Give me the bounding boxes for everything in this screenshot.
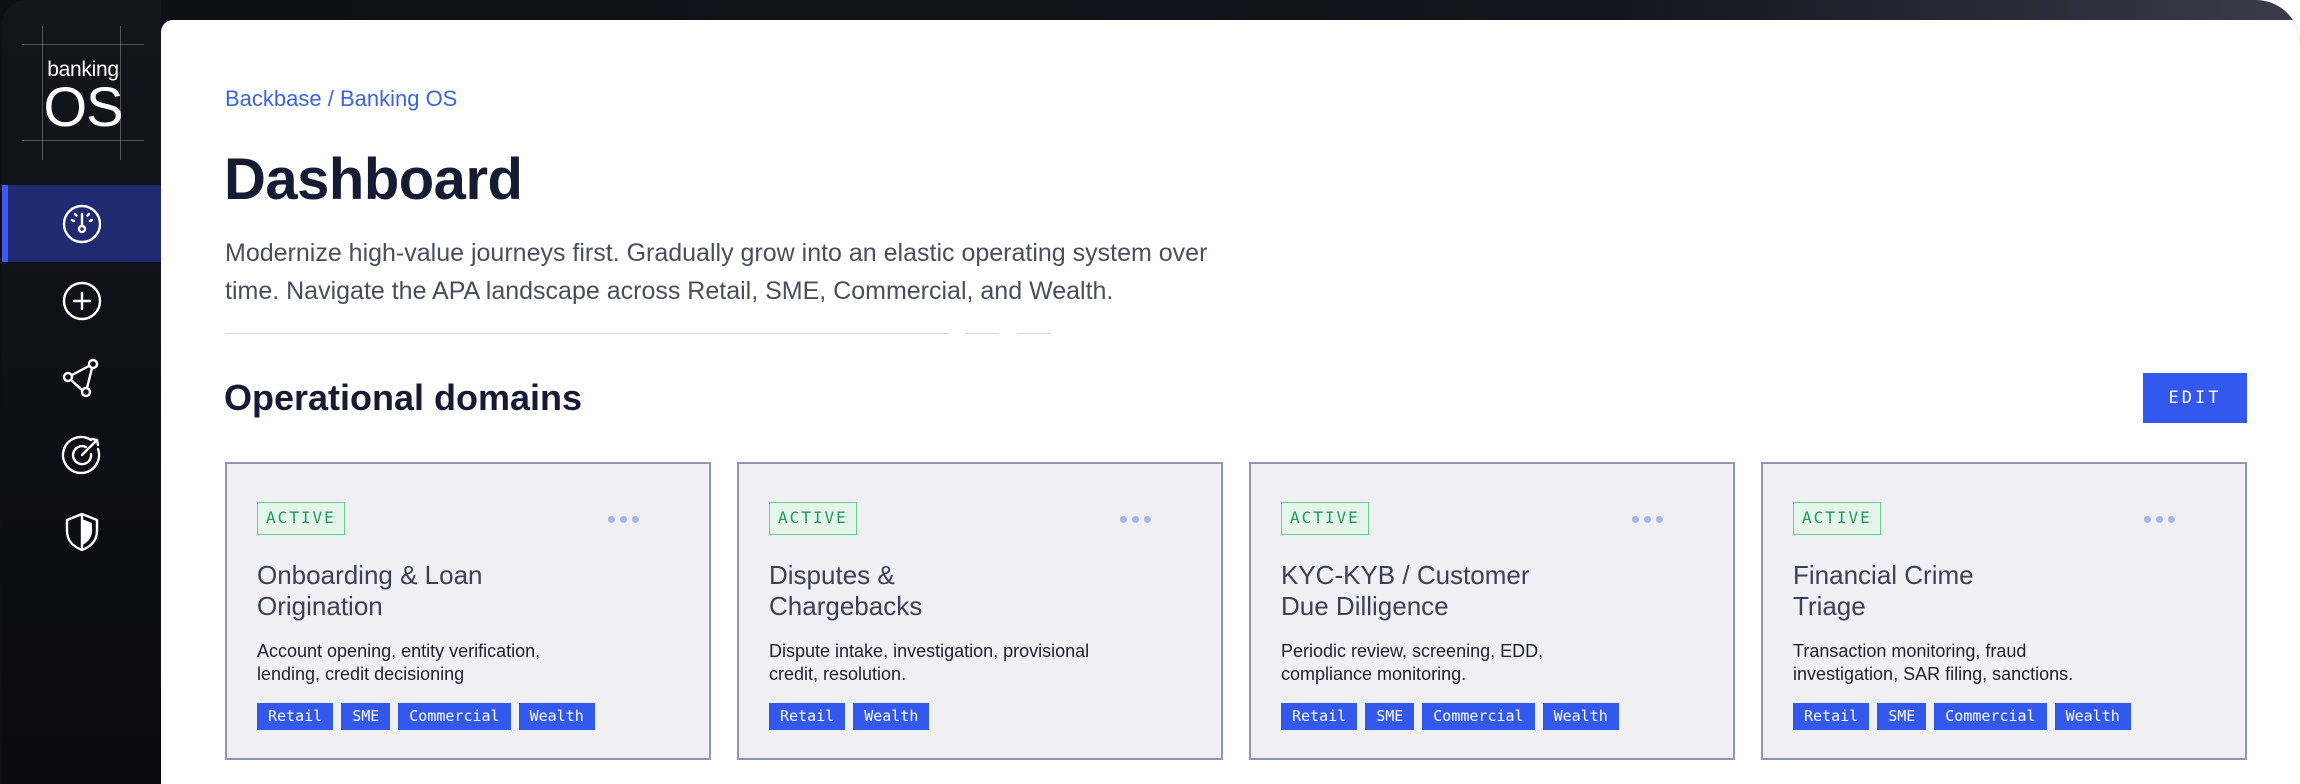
- card-description: Dispute intake, investigation, provision…: [769, 641, 1090, 684]
- divider: [225, 333, 949, 334]
- tag[interactable]: Retail: [1281, 703, 1358, 730]
- sidebar-nav: [2, 185, 161, 570]
- shield-icon: [65, 512, 98, 551]
- logo-grid-line: [22, 140, 144, 141]
- tag-list: Retail SME Commercial Wealth: [1793, 703, 2131, 730]
- more-options-icon[interactable]: [1627, 504, 1667, 534]
- tag-list: Retail Wealth: [769, 703, 930, 730]
- status-badge: ACTIVE: [1281, 502, 1369, 535]
- more-options-icon[interactable]: [603, 504, 643, 534]
- tag[interactable]: Retail: [769, 703, 846, 730]
- status-badge: ACTIVE: [1793, 502, 1881, 535]
- edit-button[interactable]: EDIT: [2143, 373, 2247, 423]
- more-options-icon[interactable]: [1115, 504, 1155, 534]
- dashboard-gauge-icon: [62, 204, 101, 243]
- page-description: Modernize high-value journeys first. Gra…: [225, 239, 1208, 305]
- section-title: Operational domains: [224, 377, 583, 418]
- status-badge: ACTIVE: [769, 502, 857, 535]
- card-title: Onboarding & Loan Origination: [257, 560, 483, 621]
- domain-card[interactable]: ACTIVE Onboarding & Loan Origination Acc…: [225, 462, 711, 760]
- card-description: Transaction monitoring, fraud investigat…: [1793, 641, 2074, 684]
- main-content: Backbase / Banking OS Dashboard Moderniz…: [161, 20, 2300, 784]
- tag[interactable]: Commercial: [1422, 703, 1535, 730]
- card-title: Disputes & Chargebacks: [769, 560, 923, 621]
- tag[interactable]: Wealth: [518, 703, 595, 730]
- sidebar-item-dashboard[interactable]: [2, 185, 161, 262]
- tag[interactable]: Wealth: [2054, 703, 2131, 730]
- status-badge: ACTIVE: [257, 502, 345, 535]
- tag[interactable]: Retail: [257, 703, 334, 730]
- logo-grid-line: [22, 44, 144, 45]
- network-nodes-icon: [62, 358, 98, 397]
- domain-card[interactable]: ACTIVE Disputes & Chargebacks Dispute in…: [737, 462, 1223, 760]
- add-circle-icon: [62, 281, 101, 320]
- card-title: Financial Crime Triage: [1793, 560, 1974, 621]
- domain-card[interactable]: ACTIVE Financial Crime Triage Transactio…: [1761, 462, 2247, 760]
- tag[interactable]: Commercial: [1934, 703, 2047, 730]
- more-options-icon[interactable]: [2139, 504, 2179, 534]
- sidebar-item-network[interactable]: [2, 339, 161, 416]
- tag[interactable]: SME: [341, 703, 391, 730]
- sidebar: banking OS: [2, 0, 161, 784]
- card-description: Periodic review, screening, EDD, complia…: [1281, 641, 1544, 684]
- tag[interactable]: Wealth: [853, 703, 930, 730]
- target-icon: [61, 435, 100, 474]
- sidebar-item-add[interactable]: [2, 262, 161, 339]
- sidebar-item-security[interactable]: [2, 493, 161, 570]
- tag[interactable]: Commercial: [398, 703, 511, 730]
- divider: [1017, 333, 1051, 334]
- tag[interactable]: Wealth: [1542, 703, 1619, 730]
- sidebar-item-targets[interactable]: [2, 416, 161, 493]
- tag[interactable]: SME: [1365, 703, 1415, 730]
- tag-list: Retail SME Commercial Wealth: [1281, 703, 1619, 730]
- page-title: Dashboard: [224, 147, 523, 212]
- divider: [965, 333, 999, 334]
- tag-list: Retail SME Commercial Wealth: [257, 703, 595, 730]
- tag[interactable]: Retail: [1793, 703, 1870, 730]
- tag[interactable]: SME: [1877, 703, 1927, 730]
- logo-text-os: OS: [43, 75, 124, 138]
- banking-os-logo[interactable]: banking OS: [22, 26, 144, 160]
- app-frame: banking OS Backbase / Banking OS Dashboa…: [0, 0, 2300, 784]
- domain-card[interactable]: ACTIVE KYC-KYB / Customer Due Dilligence…: [1249, 462, 1735, 760]
- card-title: KYC-KYB / Customer Due Dilligence: [1281, 560, 1530, 621]
- card-description: Account opening, entity verification, le…: [257, 641, 541, 684]
- breadcrumb[interactable]: Backbase / Banking OS: [225, 86, 457, 112]
